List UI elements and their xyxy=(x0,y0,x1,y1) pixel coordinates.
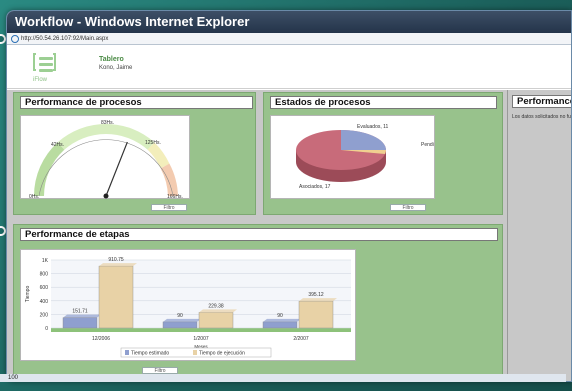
pie-label-pendientes: Pendi xyxy=(421,142,434,148)
page-header: iFlow Tablero Kono, Jaime xyxy=(7,45,571,89)
bar xyxy=(262,321,298,329)
pie-label-evaluados: Evaluados, 11 xyxy=(357,124,389,130)
no-data-message: Los datos solicitados no fu xyxy=(512,114,571,120)
bar xyxy=(162,321,198,329)
bar xyxy=(98,265,134,329)
gauge-mid-label: 83Hs. xyxy=(101,120,114,126)
x-tick-label: 2/2007 xyxy=(293,336,309,342)
data-label: 910.75 xyxy=(108,257,124,263)
pie-slice-evaluados xyxy=(341,130,386,150)
bar-top xyxy=(299,298,337,302)
pie-label-asociados: Asociados, 17 xyxy=(299,184,331,190)
bar-top xyxy=(99,263,137,267)
gauge-needle xyxy=(105,141,128,197)
bar xyxy=(298,300,334,329)
gauge-min-label: 0Hs. xyxy=(29,194,39,200)
browser-window: Workflow - Windows Internet Explorer htt… xyxy=(6,10,572,382)
panel-estados-procesos: Estados de procesos Evaluados, 11 Pendi … xyxy=(263,92,503,215)
bar xyxy=(62,317,98,329)
bar-top xyxy=(263,318,301,322)
bar-chart: 1K 800 600 400 200 0 Tiempo 151.71 910.75 12/2006… xyxy=(25,257,351,358)
filter-button-procesos[interactable]: Filtro xyxy=(151,204,187,211)
user-name: Kono, Jaime xyxy=(99,65,133,71)
panel-performance-procesos: Performance de procesos 0Hs. 42Hs. 83Hs.… xyxy=(13,92,256,215)
bar-top xyxy=(63,314,101,318)
y-tick-label: 200 xyxy=(40,312,49,318)
panel-performance-right: Performance Los datos solicitados no fu xyxy=(507,90,571,381)
gauge-max-label: 166Hs. xyxy=(167,194,183,200)
filter-button-etapas[interactable]: Filtro xyxy=(142,367,178,374)
panel-title-estados: Estados de procesos xyxy=(270,96,497,109)
status-bar: 100 xyxy=(0,374,566,382)
data-label: 90 xyxy=(177,313,183,319)
y-tick-label: 1K xyxy=(42,258,49,264)
iflow-logo-icon: iFlow xyxy=(31,51,61,83)
legend-swatch xyxy=(193,350,197,355)
bar-top xyxy=(163,318,201,322)
gauge-low-label: 42Hs. xyxy=(51,142,64,148)
y-tick-label: 800 xyxy=(40,272,49,278)
gauge-chart: 0Hs. 42Hs. 83Hs. 125Hs. 166Hs. xyxy=(29,120,183,200)
gauge-pivot xyxy=(103,193,109,199)
panel-performance-etapas: Performance de etapas 1K 800 600 400 200 0 Tie… xyxy=(13,224,503,378)
x-tick-label: 12/2006 xyxy=(92,336,110,342)
data-label: 90 xyxy=(277,313,283,319)
data-label: 229.38 xyxy=(208,303,224,309)
pie-box: Evaluados, 11 Pendi Asociados, 17 xyxy=(270,115,435,199)
bar xyxy=(198,312,234,329)
y-tick-label: 0 xyxy=(45,326,48,332)
page-title: Tablero xyxy=(99,56,124,63)
gauge-high-label: 125Hs. xyxy=(145,140,161,146)
legend-entry: Tiempo de ejecución xyxy=(199,351,245,357)
window-title: Workflow - Windows Internet Explorer xyxy=(7,11,571,33)
y-axis-label: Tiempo xyxy=(25,286,31,303)
logo-text: iFlow xyxy=(33,77,48,83)
filter-button-estados[interactable]: Filtro xyxy=(390,204,426,211)
url-text[interactable]: http://50.54.26.107:92/Main.aspx xyxy=(21,33,108,45)
y-tick-label: 400 xyxy=(40,299,49,305)
web-page: iFlow Tablero Kono, Jaime Performance de… xyxy=(7,45,571,381)
floor-strip xyxy=(51,328,351,332)
dashboard: Performance de procesos 0Hs. 42Hs. 83Hs.… xyxy=(7,90,571,381)
data-label: 395.12 xyxy=(308,292,324,298)
address-bar[interactable]: http://50.54.26.107:92/Main.aspx xyxy=(7,33,571,45)
bar-chart-box: 1K 800 600 400 200 0 Tiempo 151.71 910.75 12/2006… xyxy=(20,249,356,361)
legend-swatch xyxy=(125,350,129,355)
data-label: 151.71 xyxy=(72,309,88,315)
bar-top xyxy=(199,309,237,313)
ie-icon xyxy=(11,34,19,43)
desktop-background: Workflow - Windows Internet Explorer htt… xyxy=(0,0,572,391)
panel-title-right: Performance xyxy=(512,95,571,108)
x-tick-label: 1/2007 xyxy=(193,336,209,342)
pie-chart: Evaluados, 11 Pendi Asociados, 17 xyxy=(296,124,434,190)
y-tick-label: 600 xyxy=(40,285,49,291)
panel-title-procesos: Performance de procesos xyxy=(20,96,253,109)
panel-title-etapas: Performance de etapas xyxy=(20,228,498,241)
gauge-box: 0Hs. 42Hs. 83Hs. 125Hs. 166Hs. xyxy=(20,115,190,200)
legend-entry: Tiempo estimado xyxy=(131,351,169,357)
